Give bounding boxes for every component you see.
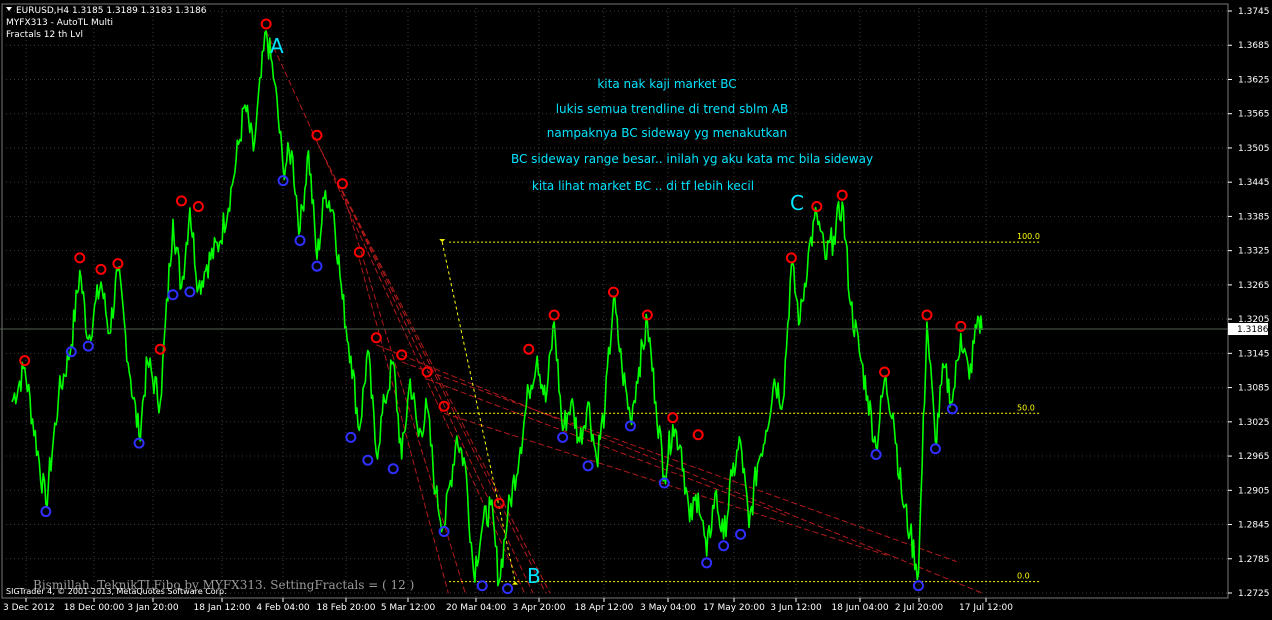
time-tick-label: 17 May 20:00 <box>703 603 765 613</box>
point-label-b: B <box>527 564 541 588</box>
time-tick-label: 18 Dec 00:00 <box>64 603 125 613</box>
price-tick-label: 1.3145 <box>1238 349 1270 359</box>
price-tick-label: 1.3505 <box>1238 144 1270 154</box>
time-tick-label: 5 Mar 12:00 <box>381 603 436 613</box>
time-tick-label: 20 Mar 04:00 <box>446 603 506 613</box>
price-chart[interactable]: 100.0 50.0 0.0 1.3745 1.3685 1.3625 1.3565 1.3… <box>0 0 1272 616</box>
time-tick-label: 18 Jun 04:00 <box>831 603 888 613</box>
time-tick-label: 3 Apr 20:00 <box>513 603 566 613</box>
price-tick-label: 1.2785 <box>1238 555 1270 565</box>
price-tick-label: 1.3385 <box>1238 212 1270 222</box>
time-tick-label: 4 Feb 04:00 <box>256 603 310 613</box>
chart-note: lukis semua trendline di trend sblm AB <box>556 102 789 116</box>
price-tick-label: 1.3325 <box>1238 247 1270 257</box>
price-tick-label: 1.3025 <box>1238 418 1270 428</box>
current-price-label: 1.3186 <box>1237 325 1269 335</box>
price-tick-label: 1.2845 <box>1238 521 1270 531</box>
time-tick-label: 18 Jan 12:00 <box>194 603 251 613</box>
time-tick-label: 18 Feb 20:00 <box>316 603 375 613</box>
symbol-quote: EURUSD,H4 1.3185 1.3189 1.3183 1.3186 <box>16 6 207 16</box>
point-label-a: A <box>270 34 284 58</box>
time-tick-label: 3 Dec 2012 <box>3 603 55 613</box>
price-tick-label: 1.3565 <box>1238 110 1270 120</box>
point-label-c: C <box>790 191 804 215</box>
time-tick-label: 3 Jun 12:00 <box>770 603 822 613</box>
copyright-text: SIGTrader 4, © 2001-2013, MetaQuotes Sof… <box>6 587 227 596</box>
fib-level-label: 50.0 <box>1017 403 1035 412</box>
price-tick-label: 1.3445 <box>1238 178 1270 188</box>
price-chart-window[interactable]: 100.0 50.0 0.0 1.3745 1.3685 1.3625 1.3565 1.3… <box>0 0 1272 616</box>
price-tick-label: 1.2965 <box>1238 452 1270 462</box>
time-tick-label: 2 Jul 20:00 <box>895 603 944 613</box>
time-tick-label: 3 Jan 20:00 <box>127 603 179 613</box>
price-tick-label: 1.3625 <box>1238 75 1270 85</box>
fib-level-label: 0.0 <box>1017 572 1030 581</box>
price-tick-label: 1.3745 <box>1238 7 1270 17</box>
chart-note: nampaknya BC sideway yg menakutkan <box>547 126 787 140</box>
chart-background <box>0 0 1272 616</box>
time-tick-label: 3 May 04:00 <box>640 603 696 613</box>
chart-note: kita lihat market BC .. di tf lebih keci… <box>532 179 754 193</box>
price-tick-label: 1.3265 <box>1238 281 1270 291</box>
price-tick-label: 1.3685 <box>1238 41 1270 51</box>
indicator-label: MYFX313 - AutoTL Multi <box>6 18 113 28</box>
chart-note: kita nak kaji market BC <box>597 77 736 91</box>
price-tick-label: 1.2725 <box>1238 589 1270 599</box>
chart-note: BC sideway range besar.. inilah yg aku k… <box>511 152 873 166</box>
price-tick-label: 1.2905 <box>1238 486 1270 496</box>
price-tick-label: 1.3085 <box>1238 384 1270 394</box>
indicator-label: Fractals 12 th Lvl <box>6 30 83 40</box>
time-tick-label: 18 Apr 12:00 <box>575 603 634 613</box>
fib-level-label: 100.0 <box>1017 232 1040 241</box>
time-tick-label: 17 Jul 12:00 <box>959 603 1013 613</box>
